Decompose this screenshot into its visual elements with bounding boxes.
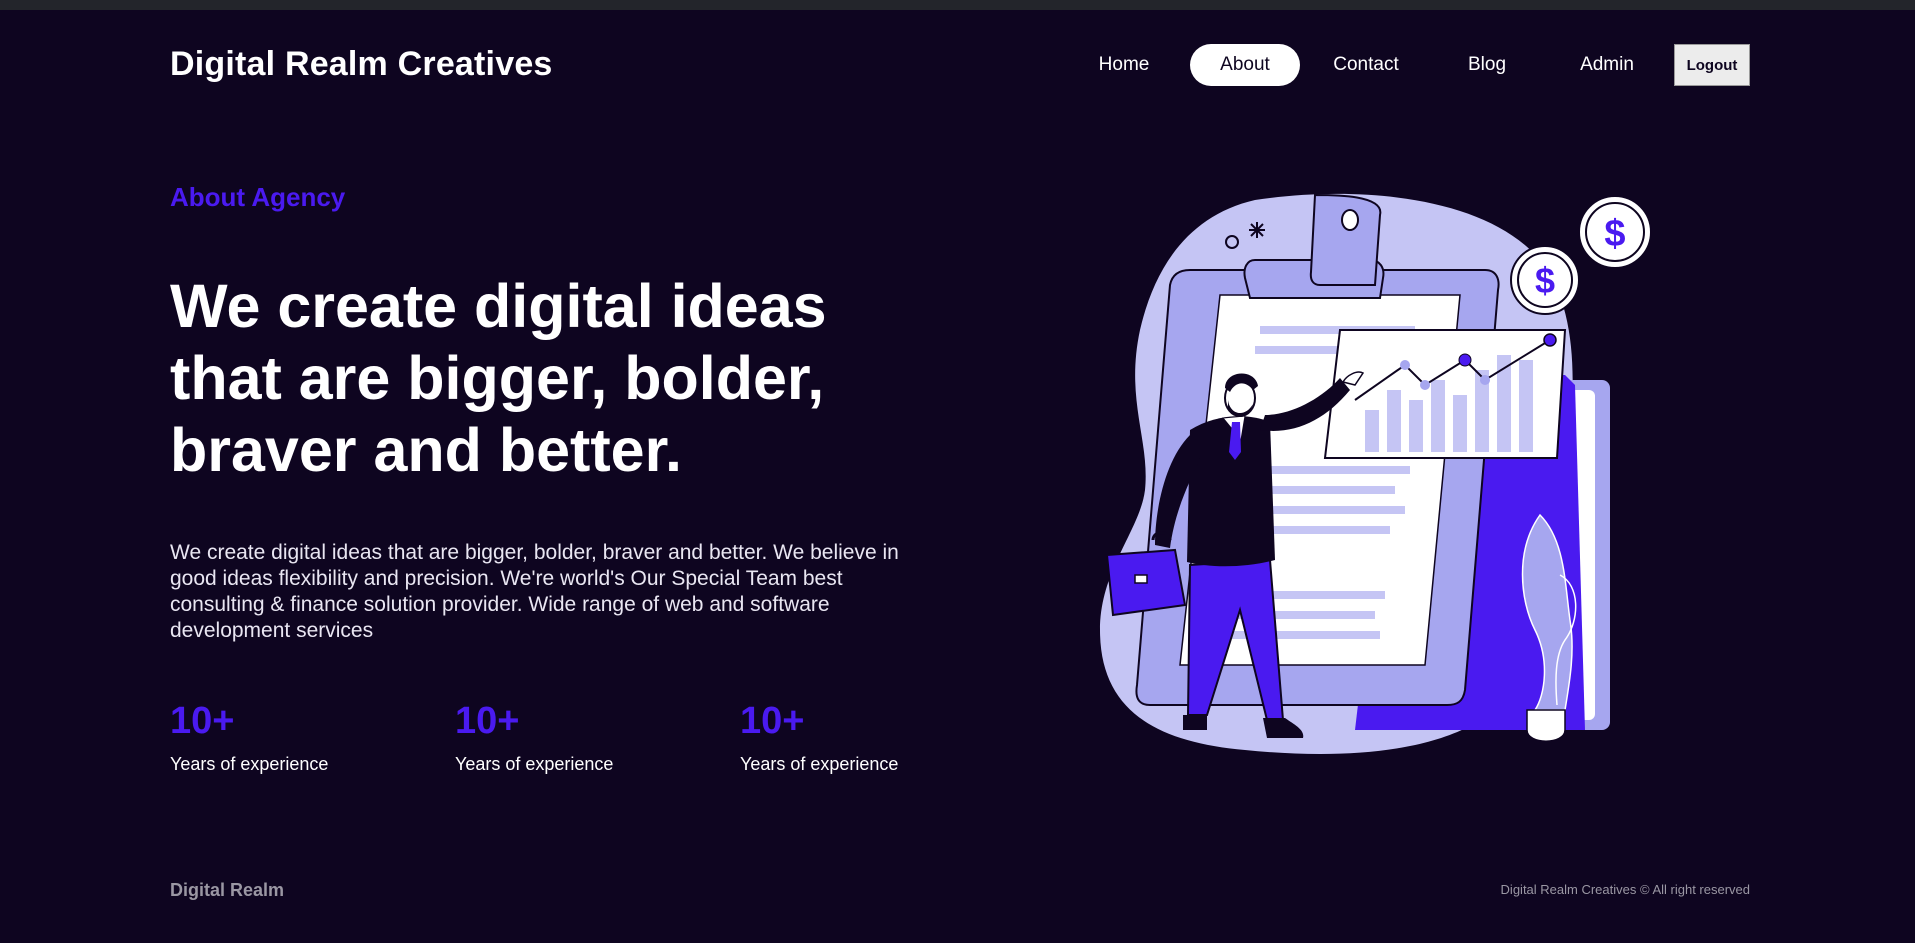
nav-about[interactable]: About: [1190, 44, 1300, 86]
footer-copyright: Digital Realm Creatives © All right rese…: [1500, 882, 1750, 897]
logout-button[interactable]: Logout: [1674, 44, 1750, 86]
shoe: [1183, 715, 1207, 730]
dollar-icon: $: [1535, 260, 1555, 301]
stat-value: 10+: [740, 700, 805, 742]
stat-item: 10+ Years of experience: [170, 700, 390, 775]
nav-admin[interactable]: Admin: [1570, 44, 1644, 86]
briefcase-clasp: [1134, 574, 1148, 584]
clipboard-clip-top: [1309, 193, 1382, 286]
nav-home[interactable]: Home: [1085, 44, 1163, 86]
chart-point: [1420, 380, 1430, 390]
stat-value: 10+: [455, 700, 520, 742]
sparkle-icon: [1249, 222, 1265, 238]
nav-contact[interactable]: Contact: [1325, 44, 1407, 86]
chart-point: [1458, 353, 1472, 367]
stat-label: Years of experience: [740, 754, 899, 774]
chart-point: [1400, 360, 1410, 370]
stat-value: 10+: [170, 700, 235, 742]
main-nav: Home About Contact Blog Admin: [0, 44, 1915, 86]
page-headline: We create digital ideas that are bigger,…: [170, 272, 827, 484]
dollar-icon: $: [1604, 213, 1625, 255]
chart-point: [1480, 375, 1490, 385]
stat-label: Years of experience: [455, 754, 614, 774]
businessman-presenting-chart-illustration: $ $: [1100, 193, 1652, 754]
plant-pot: [1526, 709, 1566, 742]
section-eyebrow: About Agency: [170, 182, 346, 212]
clip-hole: [1341, 209, 1359, 231]
stat-label: Years of experience: [170, 754, 329, 774]
about-description: We create digital ideas that are bigger,…: [170, 541, 899, 642]
stat-item: 10+ Years of experience: [740, 700, 960, 775]
nav-blog[interactable]: Blog: [1450, 44, 1524, 86]
chart-point: [1543, 333, 1557, 347]
footer-brand: Digital Realm: [170, 880, 285, 900]
stat-item: 10+ Years of experience: [455, 700, 675, 775]
browser-top-bar: [0, 0, 1915, 10]
